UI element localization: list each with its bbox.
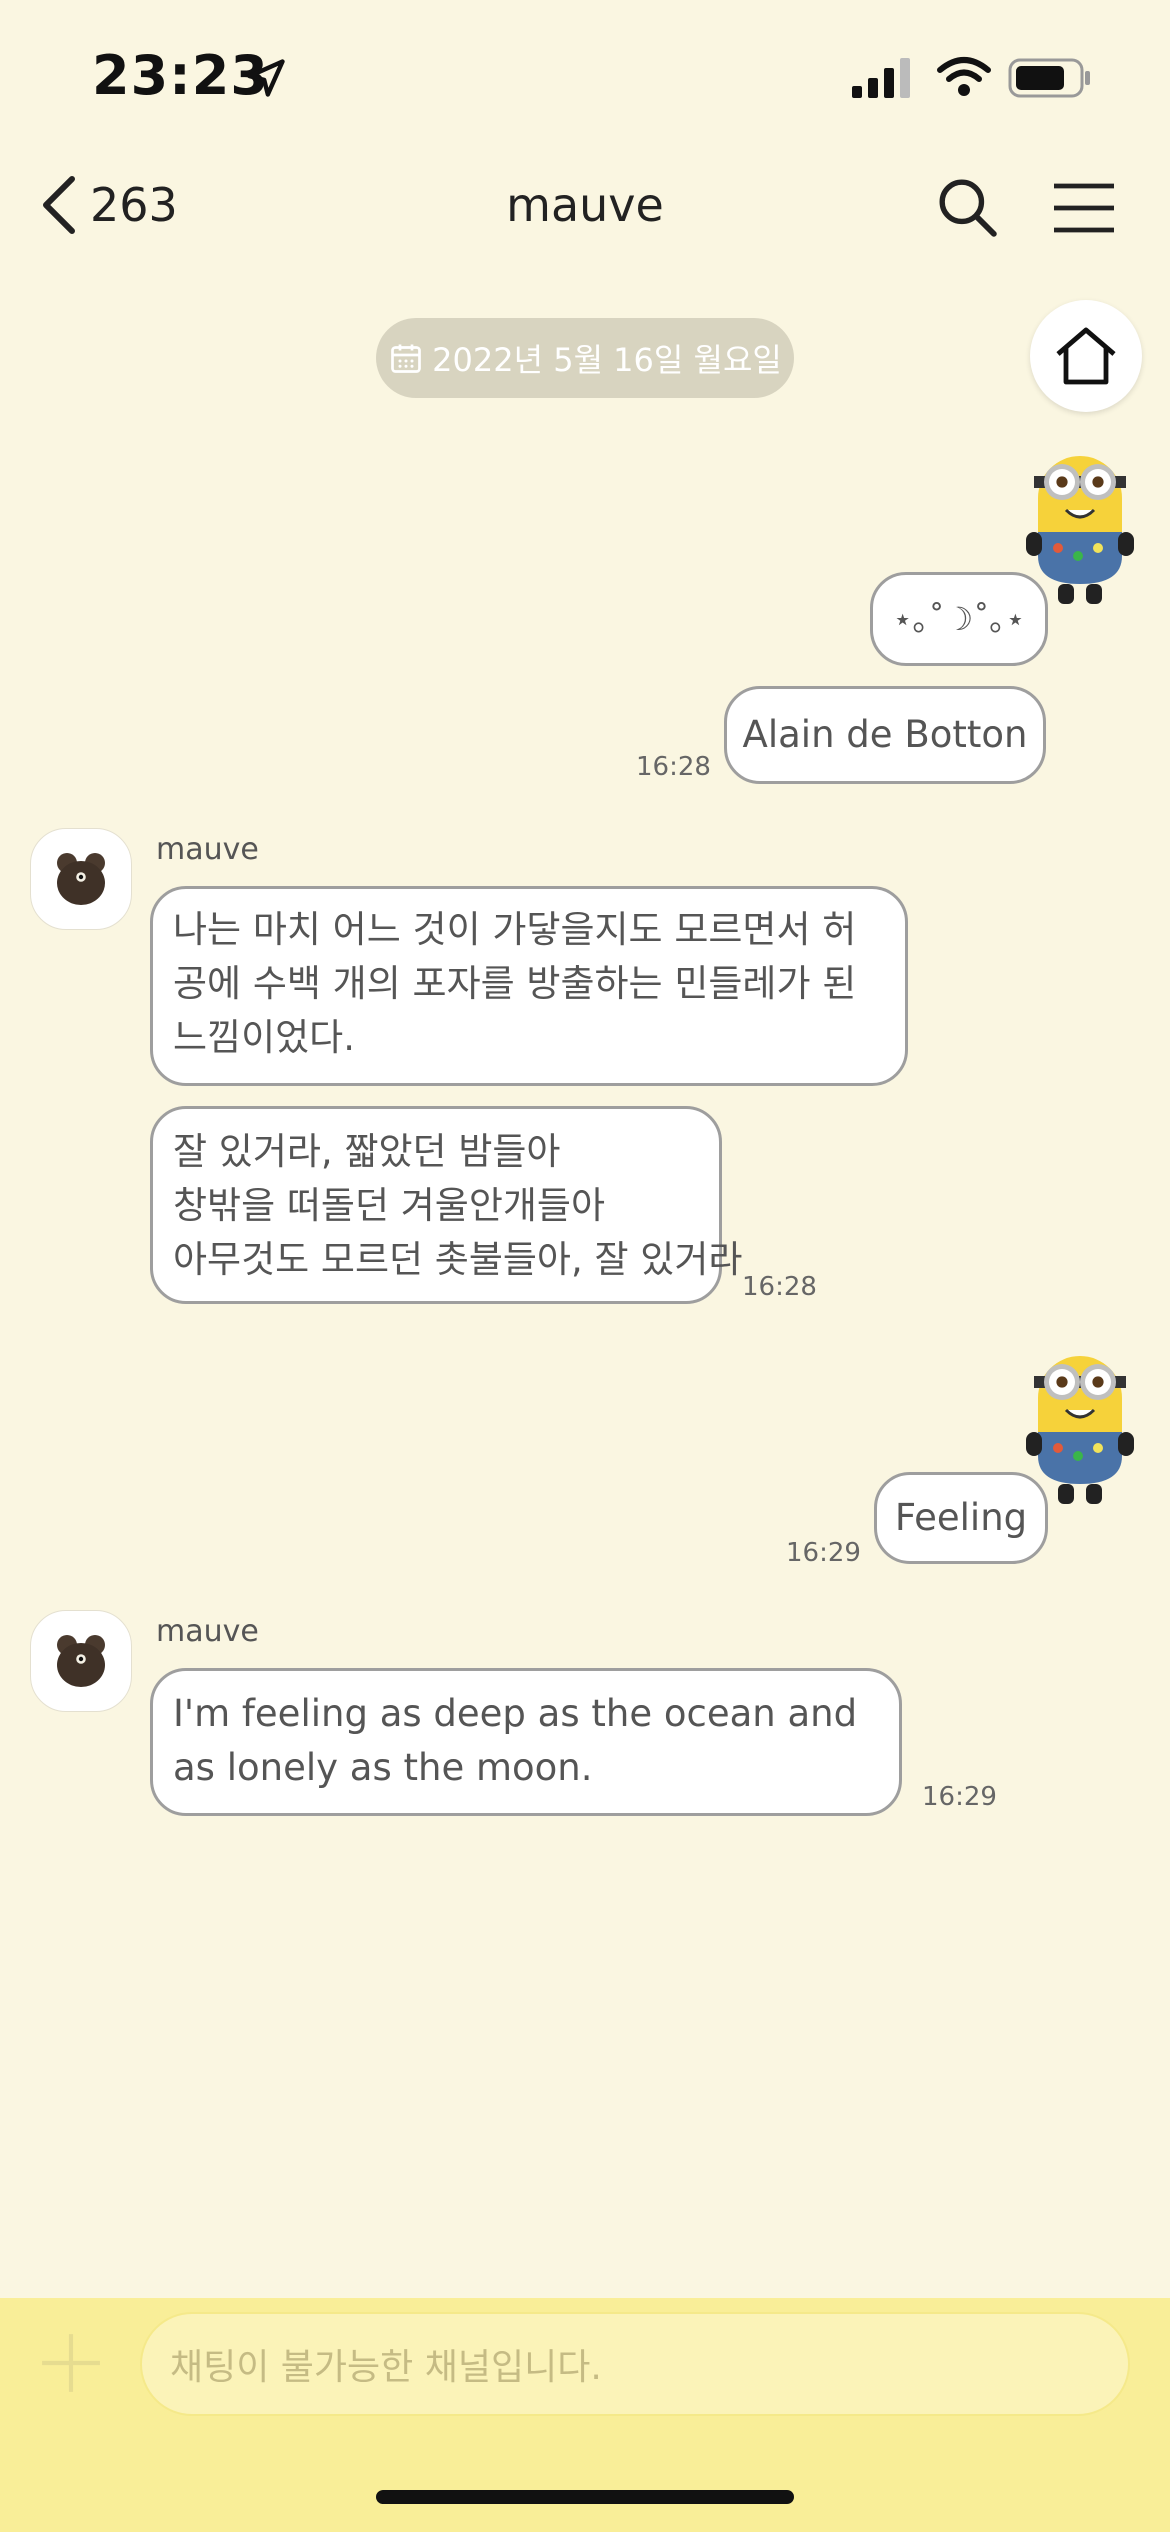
avatar[interactable] bbox=[30, 828, 132, 930]
calendar-icon bbox=[391, 344, 422, 373]
date-separator: 2022년 5월 16일 월요일 bbox=[376, 318, 794, 398]
message-timestamp: 16:29 bbox=[786, 1538, 861, 1568]
status-time: 23:23 bbox=[92, 44, 269, 107]
cellular-signal-icon bbox=[852, 58, 910, 98]
message-timestamp: 16:28 bbox=[636, 752, 711, 782]
message-line: 창밖을 떠돌던 겨울안개들아 bbox=[173, 1184, 606, 1227]
menu-icon[interactable] bbox=[1052, 180, 1116, 236]
home-icon bbox=[1056, 327, 1116, 385]
sent-message-bubble[interactable]: Feeling bbox=[874, 1472, 1048, 1564]
date-text: 2022년 5월 16일 월요일 bbox=[432, 341, 782, 379]
sent-message-bubble[interactable]: Alain de Botton bbox=[724, 686, 1046, 784]
plus-icon[interactable] bbox=[40, 2332, 102, 2394]
wifi-icon bbox=[937, 57, 991, 96]
received-message-bubble[interactable]: I'm feeling as deep as the ocean and as … bbox=[150, 1668, 902, 1816]
battery-icon bbox=[1008, 58, 1090, 98]
sender-name: mauve bbox=[156, 1614, 259, 1649]
message-input[interactable]: 채팅이 불가능한 채널입니다. bbox=[140, 2312, 1130, 2416]
location-arrow-icon bbox=[247, 59, 285, 97]
received-message-bubble[interactable]: 나는 마치 어느 것이 가닿을지도 모르면서 허공에 수백 개의 포자를 방출하… bbox=[150, 886, 908, 1086]
bear-avatar-icon bbox=[57, 853, 105, 905]
message-line: 아무것도 모르던 촛불들아, 잘 있거라 bbox=[173, 1238, 743, 1281]
search-icon[interactable] bbox=[936, 176, 998, 238]
avatar[interactable] bbox=[30, 1610, 132, 1712]
message-timestamp: 16:28 bbox=[742, 1272, 817, 1302]
message-line: 잘 있거라, 짧았던 밤들아 bbox=[173, 1130, 561, 1173]
input-placeholder: 채팅이 불가능한 채널입니다. bbox=[170, 2347, 602, 2388]
home-button[interactable] bbox=[1030, 300, 1142, 412]
message-timestamp: 16:29 bbox=[922, 1782, 997, 1812]
sender-name: mauve bbox=[156, 832, 259, 867]
bear-avatar-icon bbox=[57, 1635, 105, 1687]
home-indicator bbox=[376, 2490, 794, 2504]
sent-message-bubble[interactable]: ⋆｡˚☽˚｡⋆ bbox=[870, 572, 1048, 666]
received-message-bubble[interactable]: 잘 있거라, 짧았던 밤들아 창밖을 떠돌던 겨울안개들아 아무것도 모르던 촛… bbox=[150, 1106, 743, 1304]
